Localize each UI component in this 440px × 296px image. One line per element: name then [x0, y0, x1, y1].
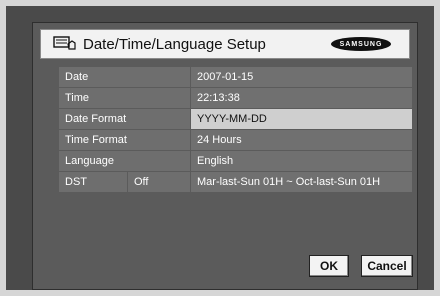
time-format-label: Time Format [58, 129, 191, 151]
dialog-title: Date/Time/Language Setup [83, 35, 266, 53]
row-date[interactable]: Date 2007-01-15 [58, 66, 413, 88]
monitor-hand-icon [53, 32, 77, 56]
language-value[interactable]: English [190, 150, 413, 172]
screen-frame: Date/Time/Language Setup SAMSUNG Date 20… [0, 0, 440, 296]
settings-table: Date 2007-01-15 Time 22:13:38 Date Forma… [58, 66, 413, 193]
date-format-label: Date Format [58, 108, 191, 130]
dst-label: DST [58, 171, 128, 193]
row-dst[interactable]: DST Off Mar-last-Sun 01H ~ Oct-last-Sun … [58, 171, 413, 193]
date-format-value[interactable]: YYYY-MM-DD [190, 108, 413, 130]
row-date-format[interactable]: Date Format YYYY-MM-DD [58, 108, 413, 130]
date-value[interactable]: 2007-01-15 [190, 66, 413, 88]
time-label: Time [58, 87, 191, 109]
time-value[interactable]: 22:13:38 [190, 87, 413, 109]
dst-value[interactable]: Mar-last-Sun 01H ~ Oct-last-Sun 01H [190, 171, 413, 193]
dst-toggle[interactable]: Off [127, 171, 191, 193]
dialog-titlebar: Date/Time/Language Setup SAMSUNG [40, 29, 410, 59]
date-label: Date [58, 66, 191, 88]
ok-button[interactable]: OK [309, 255, 349, 277]
row-language[interactable]: Language English [58, 150, 413, 172]
language-label: Language [58, 150, 191, 172]
cancel-button[interactable]: Cancel [361, 255, 413, 277]
samsung-logo: SAMSUNG [331, 37, 391, 51]
row-time[interactable]: Time 22:13:38 [58, 87, 413, 109]
time-format-value[interactable]: 24 Hours [190, 129, 413, 151]
setup-dialog: Date/Time/Language Setup SAMSUNG Date 20… [32, 22, 418, 290]
row-time-format[interactable]: Time Format 24 Hours [58, 129, 413, 151]
